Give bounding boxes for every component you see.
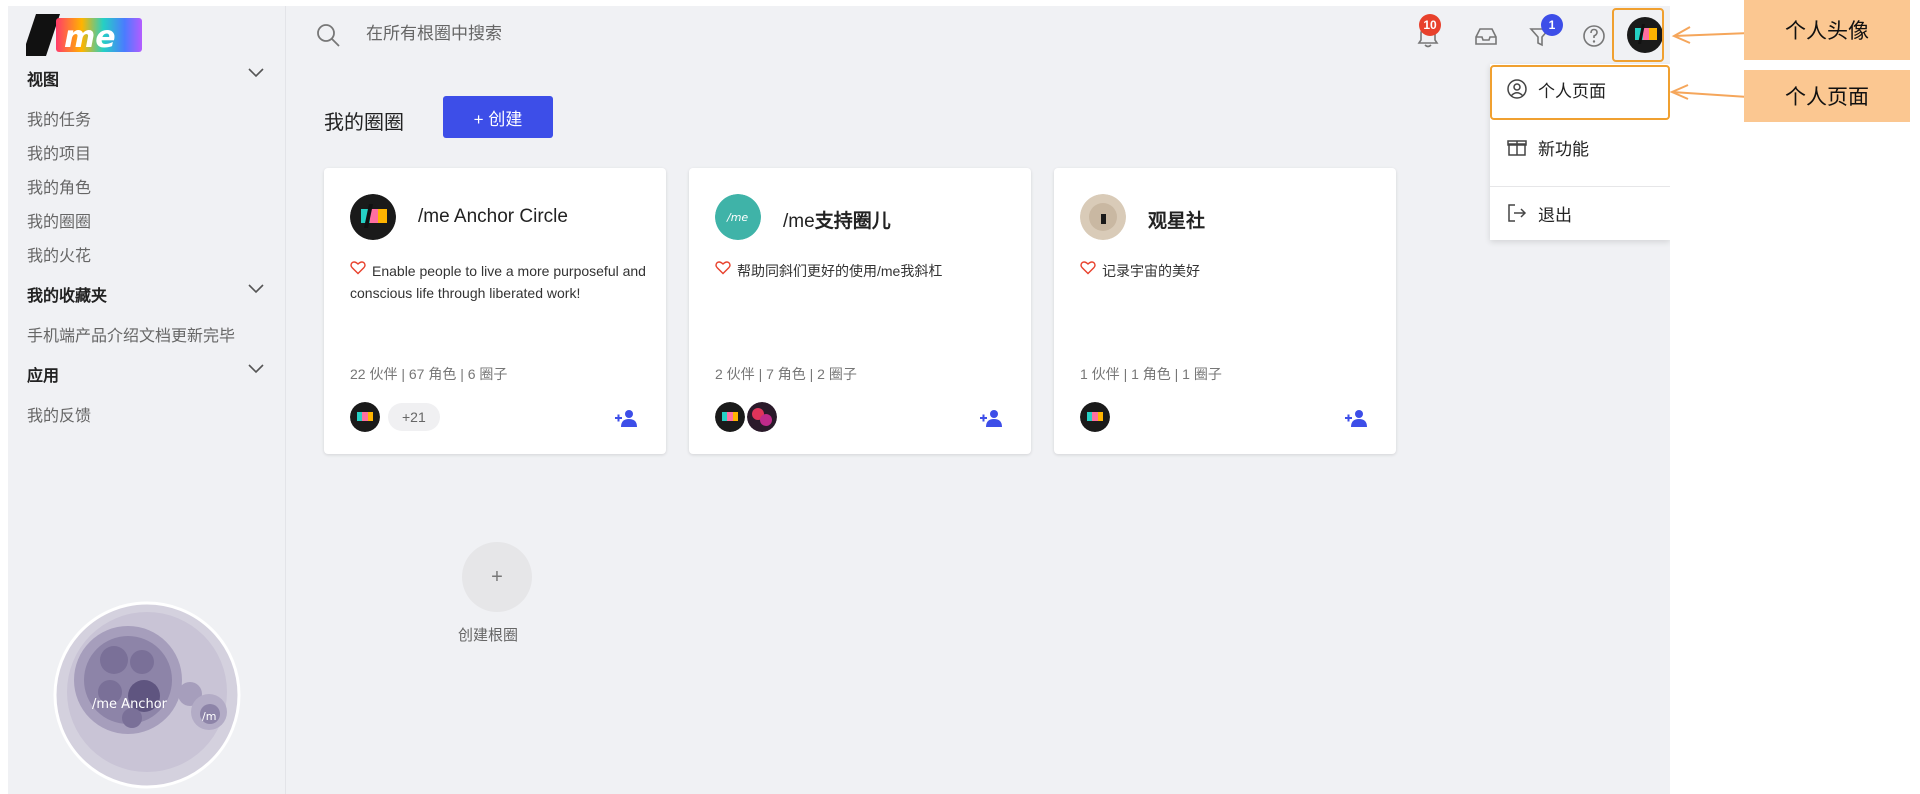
logout-icon [1508, 204, 1527, 222]
circle-stats: 1 伙伴 | 1 角色 | 1 圈子 [1080, 366, 1222, 382]
app-logo[interactable]: me [26, 14, 142, 56]
sidebar-item-my-tasks[interactable]: 我的任务 [27, 106, 91, 130]
chevron-down-icon[interactable] [246, 362, 266, 376]
main-content: 10 1 我的圈圈 + 创建 [286, 6, 1670, 794]
create-circle-button[interactable]: + 创建 [443, 96, 553, 138]
circle-card[interactable]: /me /me支持圈儿 帮助同斜们更好的使用/me我斜杠 2 伙伴 | 7 角色… [689, 168, 1031, 454]
filter-count-badge: 1 [1541, 14, 1563, 36]
sidebar-item-favorite-doc[interactable]: 手机端产品介绍文档更新完毕 [27, 322, 235, 346]
circle-purpose: 记录宇宙的美好 [1102, 263, 1200, 279]
notification-count-badge: 10 [1419, 14, 1441, 36]
member-avatar[interactable] [715, 402, 745, 432]
svg-text:me: me [64, 20, 116, 55]
add-member-icon[interactable] [1344, 408, 1368, 428]
circle-card[interactable]: /me Anchor Circle Enable people to live … [324, 168, 666, 454]
bubble-label-small: /m [202, 710, 216, 723]
circle-stats: 2 伙伴 | 7 角色 | 2 圈子 [715, 366, 857, 382]
sidebar: me 视图 我的任务 我的项目 我的角色 我的圈圈 我的火花 我的收藏夹 手机端… [8, 6, 286, 794]
menu-item-label: 新功能 [1538, 139, 1589, 159]
sidebar-item-my-circles[interactable]: 我的圈圈 [27, 208, 91, 232]
gift-icon [1507, 140, 1527, 156]
circle-purpose: Enable people to live a more purposeful … [350, 263, 646, 301]
sidebar-section-favorites[interactable]: 我的收藏夹 [27, 282, 107, 306]
member-avatars: +21 [350, 402, 440, 432]
sidebar-section-apps[interactable]: 应用 [27, 362, 59, 386]
sidebar-item-my-roles[interactable]: 我的角色 [27, 174, 91, 198]
menu-divider [1490, 186, 1670, 187]
svg-text:/me: /me [726, 211, 748, 224]
page-title: 我的圈圈 [324, 112, 404, 134]
add-member-icon[interactable] [979, 408, 1003, 428]
circle-name[interactable]: 观星社 [1148, 206, 1205, 233]
member-avatar[interactable] [350, 402, 380, 432]
sidebar-section-views[interactable]: 视图 [27, 66, 59, 90]
avatar-callout: 个人头像 [1744, 0, 1910, 60]
chevron-down-icon[interactable] [246, 282, 266, 296]
circle-avatar: /me [715, 194, 761, 240]
circle-name[interactable]: /me支持圈儿 [783, 206, 891, 233]
member-avatar[interactable] [1080, 402, 1110, 432]
bubble-label-anchor: /me Anchor [92, 697, 168, 712]
search-input[interactable] [366, 18, 786, 50]
circle-bubble-map[interactable]: /me Anchor /m [52, 600, 242, 790]
chevron-down-icon[interactable] [246, 66, 266, 80]
add-member-icon[interactable] [614, 408, 638, 428]
menu-item-new-features[interactable]: 新功能 [1490, 122, 1670, 172]
menu-item-label: 退出 [1538, 205, 1572, 225]
avatar-highlight-box [1612, 8, 1664, 62]
more-members-pill[interactable]: +21 [388, 403, 440, 431]
profile-highlight-box [1490, 65, 1670, 120]
app-window: me 视图 我的任务 我的项目 我的角色 我的圈圈 我的火花 我的收藏夹 手机端… [8, 6, 1670, 794]
sidebar-item-feedback[interactable]: 我的反馈 [27, 402, 91, 426]
circle-name[interactable]: /me Anchor Circle [418, 206, 568, 228]
circle-stats: 22 伙伴 | 67 角色 | 6 圈子 [350, 366, 508, 382]
member-avatars [715, 402, 779, 432]
profile-callout-arrow [1669, 84, 1748, 100]
circle-avatar [1080, 194, 1126, 240]
create-root-circle-label[interactable]: 创建根圈 [458, 624, 518, 645]
inbox-icon[interactable] [1472, 22, 1500, 50]
circle-card[interactable]: 观星社 记录宇宙的美好 1 伙伴 | 1 角色 | 1 圈子 [1054, 168, 1396, 454]
avatar-callout-arrow [1671, 26, 1750, 44]
member-avatars [1080, 402, 1112, 432]
search-icon [317, 24, 340, 47]
sidebar-item-my-sparks[interactable]: 我的火花 [27, 242, 91, 266]
help-icon[interactable] [1580, 22, 1608, 50]
member-avatar[interactable] [747, 402, 777, 432]
profile-callout: 个人页面 [1744, 70, 1910, 122]
sidebar-item-my-projects[interactable]: 我的项目 [27, 140, 91, 164]
menu-item-logout[interactable]: 退出 [1490, 188, 1670, 238]
create-root-circle-button[interactable]: + [462, 542, 532, 612]
circle-avatar [350, 194, 396, 240]
circle-purpose: 帮助同斜们更好的使用/me我斜杠 [737, 263, 943, 279]
